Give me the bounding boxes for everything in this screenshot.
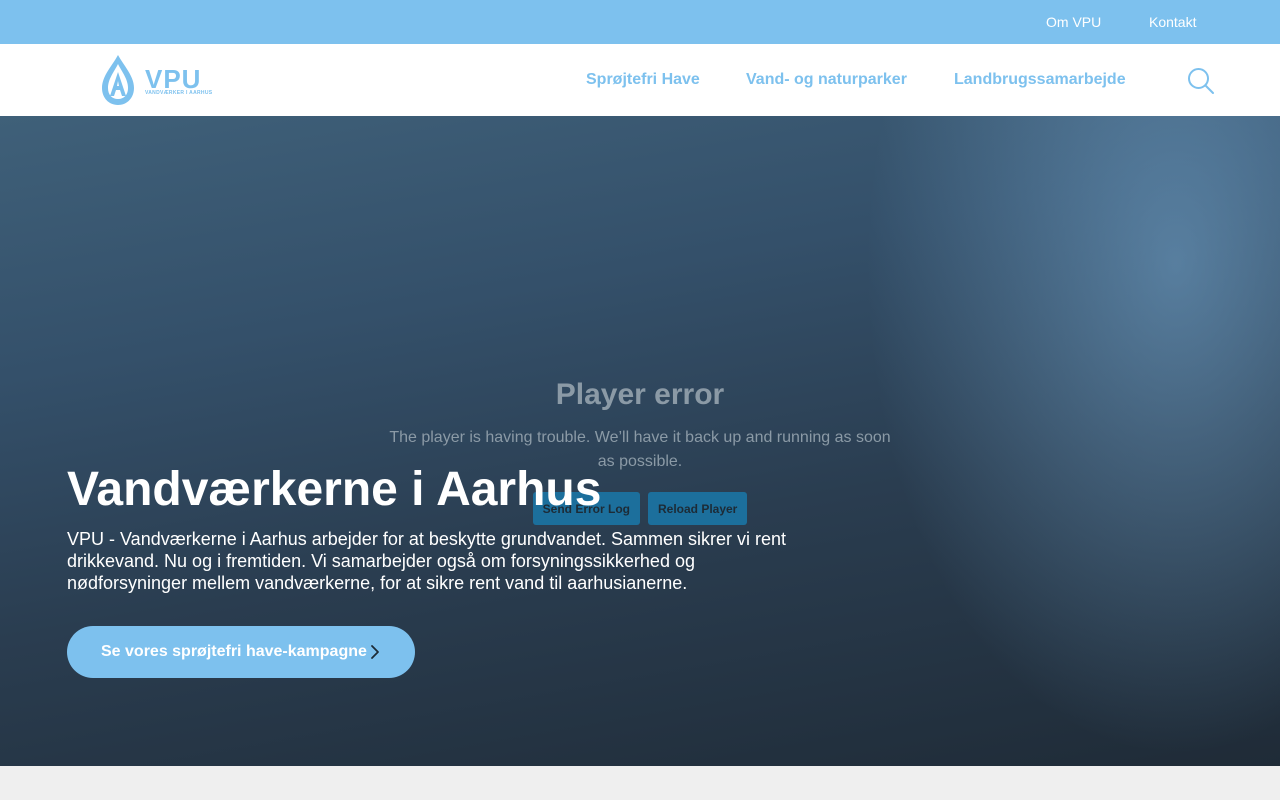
- campaign-cta-button[interactable]: Se vores sprøjtefri have-kampagne: [67, 626, 415, 678]
- nav-landbrugssamarbejde[interactable]: Landbrugssamarbejde: [954, 71, 1126, 89]
- top-utility-bar: Om VPU Kontakt: [0, 0, 1280, 44]
- search-icon[interactable]: [1186, 66, 1216, 96]
- nav-sprojtefri-have[interactable]: Sprøjtefri Have: [586, 71, 700, 89]
- nav-vand-og-naturparker[interactable]: Vand- og naturparker: [746, 71, 907, 89]
- kontakt-link[interactable]: Kontakt: [1149, 14, 1196, 30]
- vpu-logo[interactable]: VPU VANDVÆRKER I AARHUS: [100, 54, 213, 106]
- logo-tagline: VANDVÆRKER I AARHUS: [145, 90, 213, 96]
- hero-video-section: Player error The player is having troubl…: [0, 116, 1280, 766]
- hero-title: Vandværkerne i Aarhus: [67, 463, 602, 516]
- main-header: VPU VANDVÆRKER I AARHUS Sprøjtefri Have …: [0, 44, 1280, 116]
- player-error-title: Player error: [555, 378, 725, 411]
- hero-intro-text: VPU - Vandværkerne i Aarhus arbejder for…: [67, 529, 786, 593]
- cta-label: Se vores sprøjtefri have-kampagne: [101, 643, 367, 660]
- chevron-right-icon: [371, 645, 379, 659]
- reload-player-button[interactable]: Reload Player: [647, 492, 748, 525]
- om-vpu-link[interactable]: Om VPU: [1046, 14, 1101, 30]
- hero-background-glow: [840, 116, 1280, 766]
- water-drop-logo-icon: [102, 55, 134, 105]
